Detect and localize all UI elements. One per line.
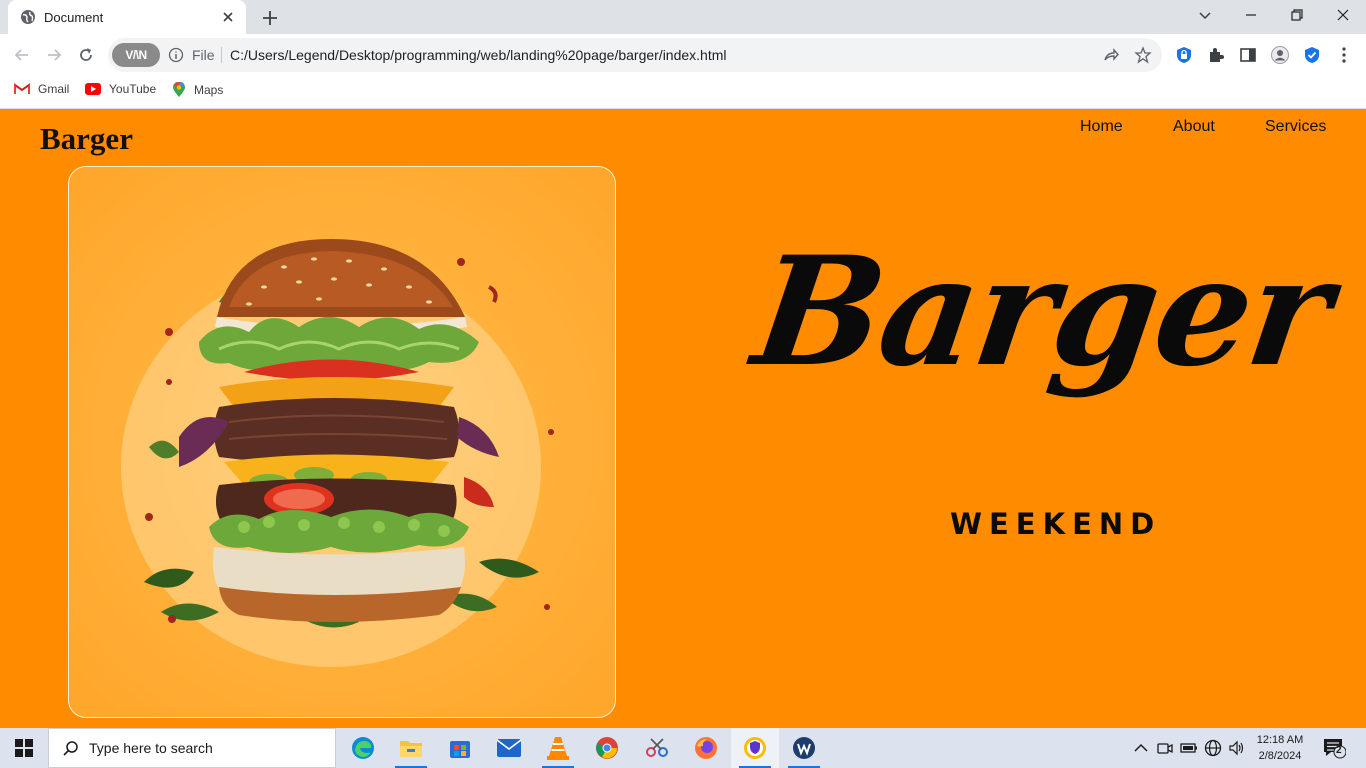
browser-shield-icon [744,737,766,759]
notification-icon [1324,739,1347,759]
taskbar-active-browser[interactable] [731,728,779,768]
url-text[interactable]: C:/Users/Legend/Desktop/programming/web/… [230,47,727,63]
menu-kebab-icon[interactable] [1334,45,1354,65]
taskbar-chrome[interactable] [583,728,631,768]
taskbar-firefox[interactable] [682,728,730,768]
system-clock[interactable]: 12:18 AM 2/8/2024 [1248,732,1312,764]
info-icon[interactable] [168,47,184,63]
reload-icon[interactable] [76,45,96,65]
taskbar-vlc[interactable] [534,728,582,768]
site-logo[interactable]: Barger [40,121,133,157]
security-shield-icon[interactable] [1302,45,1322,65]
browser-tab[interactable]: Document [8,0,246,34]
store-icon [450,741,470,758]
taskbar-edge[interactable] [339,728,387,768]
share-icon[interactable] [1102,46,1120,64]
taskbar-file-explorer[interactable] [387,728,435,768]
volume-icon[interactable] [1228,739,1246,757]
scheme-label: File [192,47,215,63]
side-panel-icon[interactable] [1238,45,1258,65]
network-globe-icon[interactable] [1204,739,1222,757]
address-bar[interactable]: V/\N File C:/Users/Legend/Desktop/progra… [108,38,1162,72]
bookmark-label: Maps [194,83,224,97]
hero-title: Barger [744,224,1340,400]
tab-strip: Document [0,0,1366,34]
notification-count: 2 [1336,745,1342,756]
minimize-icon[interactable] [1228,0,1274,30]
show-hidden-icons-chevron-icon[interactable] [1132,739,1150,757]
tab-title: Document [44,9,104,25]
bookmark-star-icon[interactable] [1134,46,1152,64]
profile-icon[interactable] [1270,45,1290,65]
windows-taskbar: Type here to search 12:18 AM 2/8/2024 2 [0,728,1366,768]
windows-logo-icon [15,739,33,757]
new-tab-icon[interactable] [260,8,280,28]
nav-services[interactable]: Services [1265,118,1326,136]
wps-icon [793,737,815,759]
search-placeholder: Type here to search [89,740,213,756]
bookmark-gmail[interactable]: Gmail [14,82,69,96]
meet-now-icon[interactable] [1156,739,1174,757]
battery-icon[interactable] [1180,739,1198,757]
bookmark-label: Gmail [38,82,70,96]
restore-icon[interactable] [1274,0,1320,30]
browser-toolbar: V/\N File C:/Users/Legend/Desktop/progra… [0,34,1366,76]
vpn-button[interactable]: V/\N [112,43,160,67]
bookmark-youtube[interactable]: YouTube [85,82,156,96]
globe-icon [21,10,35,24]
maps-icon [173,82,185,97]
mail-icon [497,739,521,757]
close-window-icon[interactable] [1320,0,1366,30]
bookmark-label: YouTube [109,82,157,96]
vlc-icon [547,737,569,760]
search-icon [63,741,78,756]
omnibox-divider [221,47,222,63]
start-button[interactable] [0,728,48,768]
clock-date: 2/8/2024 [1258,750,1302,762]
extension-shield-icon[interactable] [1174,45,1194,65]
clock-time: 12:18 AM [1256,734,1304,746]
close-tab-icon[interactable] [220,9,236,25]
chrome-icon [596,737,618,759]
taskbar-store[interactable] [436,728,484,768]
taskbar-wps[interactable] [780,728,828,768]
tab-search-icon[interactable] [1182,0,1228,30]
nav-about[interactable]: About [1173,118,1215,136]
burger-illustration [121,239,554,667]
gmail-icon [14,83,30,94]
taskbar-mail[interactable] [485,728,533,768]
notification-center[interactable]: 2 [1322,737,1347,759]
folder-icon [400,741,422,757]
firefox-icon [695,737,717,759]
edge-icon [352,737,374,759]
bookmark-maps[interactable]: Maps [172,82,223,98]
hero-image-card [68,166,616,718]
youtube-icon [85,83,101,95]
landing-page: Barger Home About Services Barger WEEKEN… [0,109,1366,728]
back-icon[interactable] [12,45,32,65]
hero-subtitle: WEEKEND [950,507,1162,541]
extensions-puzzle-icon[interactable] [1206,45,1226,65]
taskbar-search[interactable]: Type here to search [48,728,336,768]
bookmarks-bar: Gmail YouTube Maps [0,76,1366,104]
forward-icon[interactable] [44,45,64,65]
taskbar-snipping-tool[interactable] [633,728,681,768]
nav-home[interactable]: Home [1080,118,1123,136]
scissors-icon [646,738,668,757]
